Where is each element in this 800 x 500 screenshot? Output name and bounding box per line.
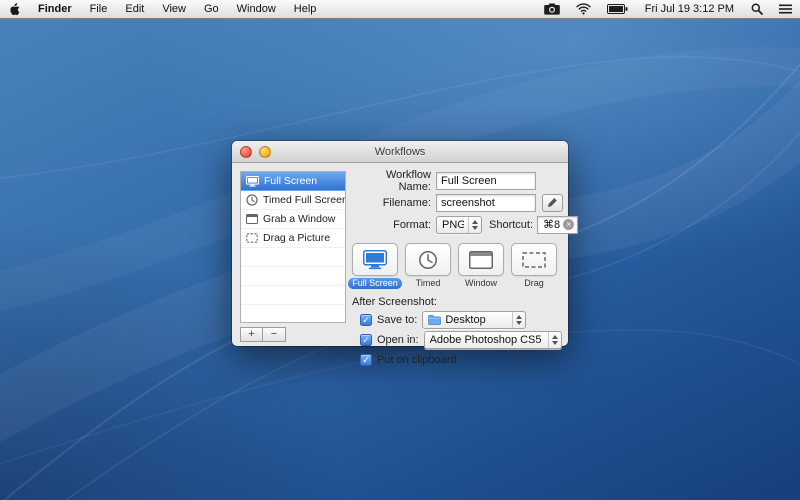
segment-drag[interactable]: Drag	[511, 243, 557, 289]
wifi-icon	[576, 3, 591, 15]
after-screenshot-heading: After Screenshot:	[352, 296, 564, 308]
workflows-window: Workflows Full Screen	[232, 141, 568, 346]
check-icon: ✓	[362, 355, 370, 365]
save-to-label: Save to:	[377, 314, 417, 326]
list-row-empty[interactable]	[241, 286, 345, 305]
menu-bar: Finder File Edit View Go Window Help	[0, 0, 800, 19]
remove-workflow-button[interactable]: −	[263, 327, 286, 342]
save-to-value: Desktop	[445, 314, 508, 326]
workflow-name-label: Workflow Name:	[352, 169, 436, 193]
list-row-empty[interactable]	[241, 305, 345, 323]
add-workflow-button[interactable]: +	[240, 327, 263, 342]
list-row-empty[interactable]	[241, 267, 345, 286]
check-icon: ✓	[362, 335, 370, 345]
shortcut-field[interactable]: ⌘8 ×	[537, 216, 578, 234]
menu-file[interactable]: File	[81, 0, 117, 18]
segment-timed-button[interactable]	[405, 243, 451, 276]
save-to-checkbox[interactable]: ✓	[360, 314, 372, 326]
list-item-label: Drag a Picture	[263, 232, 330, 244]
capture-type-selector: Full Screen Timed	[352, 243, 564, 289]
list-item-grab-a-window[interactable]: Grab a Window	[241, 210, 345, 229]
open-in-row: ✓ Open in: Adobe Photoshop CS5	[360, 332, 564, 348]
workflow-list: Full Screen Timed Full Screen	[240, 171, 346, 323]
workflow-name-input[interactable]	[436, 172, 536, 190]
segment-label: Full Screen	[348, 278, 402, 289]
shortcut-label: Shortcut:	[489, 219, 533, 231]
list-row-empty[interactable]	[241, 248, 345, 267]
filename-token-button[interactable]	[542, 194, 563, 212]
battery-icon	[607, 4, 628, 14]
segment-drag-button[interactable]	[511, 243, 557, 276]
window-frame-icon	[469, 251, 493, 269]
popup-arrows-icon	[512, 312, 525, 328]
display-icon	[246, 176, 259, 187]
window-frame-icon	[246, 214, 258, 224]
drag-selection-icon	[522, 252, 546, 268]
window-title: Workflows	[375, 146, 426, 158]
format-value: PNG	[442, 219, 464, 231]
menubar-clock[interactable]: Fri Jul 19 3:12 PM	[636, 0, 743, 18]
clock-icon	[418, 250, 438, 270]
workflow-detail-pane: Workflow Name: Filename: Format: PNG	[352, 171, 564, 368]
notification-list-icon	[779, 4, 792, 14]
pencil-icon	[547, 197, 558, 208]
filename-input[interactable]	[436, 194, 536, 212]
menu-help[interactable]: Help	[285, 0, 326, 18]
open-in-popup[interactable]: Adobe Photoshop CS5	[424, 331, 562, 349]
screenshot-app-status[interactable]	[536, 0, 568, 18]
menu-edit[interactable]: Edit	[116, 0, 153, 18]
close-button[interactable]	[240, 146, 252, 158]
drag-selection-icon	[246, 233, 258, 243]
segment-timed[interactable]: Timed	[405, 243, 451, 289]
segment-full-screen-button[interactable]	[352, 243, 398, 276]
clipboard-row: ✓ Put on clipboard	[360, 352, 564, 368]
segment-label: Window	[461, 278, 501, 289]
format-label: Format:	[352, 219, 436, 231]
menu-window[interactable]: Window	[228, 0, 285, 18]
spotlight-menu[interactable]	[743, 0, 771, 18]
open-in-checkbox[interactable]: ✓	[360, 334, 372, 346]
list-footer: + −	[240, 327, 286, 342]
apple-menu[interactable]	[0, 0, 29, 18]
clock-icon	[246, 194, 258, 206]
filename-label: Filename:	[352, 197, 436, 209]
format-popup[interactable]: PNG	[436, 216, 482, 234]
list-item-label: Timed Full Screen	[263, 194, 346, 206]
notification-center-menu[interactable]	[771, 0, 800, 18]
clipboard-checkbox[interactable]: ✓	[360, 354, 372, 366]
wifi-status[interactable]	[568, 0, 599, 18]
list-item-label: Grab a Window	[263, 213, 335, 225]
segment-label: Timed	[412, 278, 445, 289]
segment-window[interactable]: Window	[458, 243, 504, 289]
display-icon	[363, 250, 387, 270]
segment-window-button[interactable]	[458, 243, 504, 276]
menu-view[interactable]: View	[153, 0, 195, 18]
title-bar[interactable]: Workflows	[232, 141, 568, 163]
menu-go[interactable]: Go	[195, 0, 228, 18]
clipboard-label: Put on clipboard	[377, 354, 457, 366]
shortcut-value: ⌘8	[543, 218, 560, 231]
clear-shortcut-icon[interactable]: ×	[563, 219, 574, 230]
popup-arrows-icon	[468, 217, 481, 233]
list-item-timed-full-screen[interactable]: Timed Full Screen	[241, 191, 345, 210]
camera-icon	[544, 3, 560, 15]
spotlight-icon	[751, 3, 763, 15]
segment-full-screen[interactable]: Full Screen	[352, 243, 398, 289]
apple-icon	[9, 3, 20, 16]
save-to-row: ✓ Save to: Desktop	[360, 312, 564, 328]
menu-finder[interactable]: Finder	[29, 0, 81, 18]
list-item-label: Full Screen	[264, 175, 317, 187]
list-item-full-screen[interactable]: Full Screen	[241, 172, 345, 191]
save-to-popup[interactable]: Desktop	[422, 311, 526, 329]
open-in-label: Open in:	[377, 334, 419, 346]
battery-status[interactable]	[599, 0, 636, 18]
segment-label: Drag	[520, 278, 548, 289]
check-icon: ✓	[362, 315, 370, 325]
folder-icon	[428, 315, 441, 325]
list-item-drag-a-picture[interactable]: Drag a Picture	[241, 229, 345, 248]
minimize-button[interactable]	[259, 146, 271, 158]
open-in-value: Adobe Photoshop CS5	[430, 334, 544, 346]
popup-arrows-icon	[548, 332, 561, 348]
window-content: Full Screen Timed Full Screen	[232, 163, 568, 346]
